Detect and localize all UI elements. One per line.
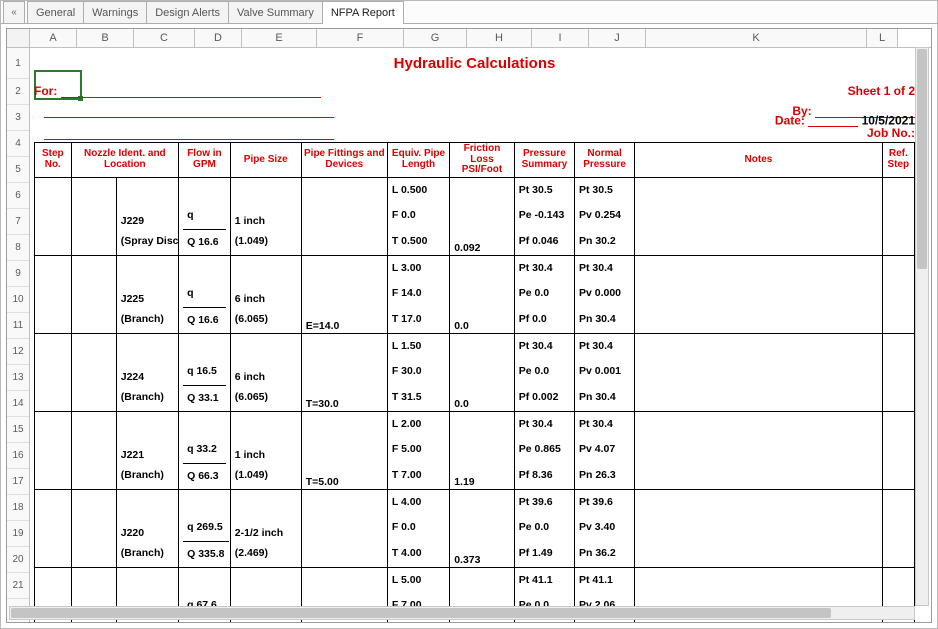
row-header-4[interactable]: 4 (7, 131, 29, 157)
row-header-7[interactable]: 7 (7, 209, 29, 235)
hdr-friction: Friction Loss PSI/Foot (450, 143, 515, 178)
row-header-13[interactable]: 13 (7, 365, 29, 391)
hdr-pnormal: Normal Pressure (574, 143, 634, 178)
row-header-9[interactable]: 9 (7, 261, 29, 287)
col-header-J[interactable]: J (589, 29, 646, 47)
hdr-notes: Notes (635, 143, 882, 178)
report-title: Hydraulic Calculations (34, 52, 915, 78)
horizontal-scrollbar-thumb[interactable] (11, 608, 831, 618)
row-header-12[interactable]: 12 (7, 339, 29, 365)
table-row: J2246 inchT=30.0L 1.500.0Pt 30.4Pt 30.4 (35, 333, 915, 358)
col-header-H[interactable]: H (467, 29, 532, 47)
date-label: Date: (775, 114, 805, 128)
table-row: J2256 inchE=14.0L 3.000.0Pt 30.4Pt 30.4 (35, 255, 915, 280)
column-header-row: ABCDEFGHIJKL (7, 29, 931, 48)
vertical-scrollbar-thumb[interactable] (917, 49, 927, 269)
report-body: Hydraulic Calculations For: Sheet 1 of 2 (34, 52, 915, 622)
table-row: J2202-1/2 inchL 4.000.373Pt 39.6Pt 39.6 (35, 489, 915, 514)
row-header-10[interactable]: 10 (7, 287, 29, 313)
select-all-corner[interactable] (7, 29, 30, 47)
row-header-16[interactable]: 16 (7, 443, 29, 469)
sheet-indicator: Sheet 1 of 2 (848, 84, 915, 98)
date-blank (808, 114, 858, 127)
app-window: « GeneralWarningsDesign AlertsValve Summ… (0, 0, 938, 629)
tab-nfpa-report[interactable]: NFPA Report (322, 1, 404, 23)
row-header-19[interactable]: 19 (7, 521, 29, 547)
table-header-row: Step No. Nozzle Ident. and Location Flow… (35, 143, 915, 178)
for-blank-3 (44, 127, 334, 140)
col-header-D[interactable]: D (195, 29, 242, 47)
row-header-8[interactable]: 8 (7, 235, 29, 261)
hdr-step: Step No. (35, 143, 72, 178)
row-header-11[interactable]: 11 (7, 313, 29, 339)
row-header-2[interactable]: 2 (7, 79, 29, 105)
horizontal-scrollbar[interactable] (9, 606, 915, 620)
col-header-A[interactable]: A (30, 29, 77, 47)
spreadsheet-frame: ABCDEFGHIJKL 123456789101112131415161718… (6, 28, 932, 623)
hydraulic-table: Step No. Nozzle Ident. and Location Flow… (34, 142, 915, 622)
tab-warnings[interactable]: Warnings (83, 1, 147, 23)
row-header-1[interactable]: 1 (7, 48, 29, 79)
col-header-C[interactable]: C (134, 29, 195, 47)
col-header-L[interactable]: L (867, 29, 898, 47)
row-header-5[interactable]: 5 (7, 157, 29, 183)
tab-design-alerts[interactable]: Design Alerts (146, 1, 229, 23)
row-header-17[interactable]: 17 (7, 469, 29, 495)
for-blank (61, 85, 321, 98)
tab-bar: « GeneralWarningsDesign AlertsValve Summ… (1, 1, 937, 24)
hdr-psummary: Pressure Summary (514, 143, 574, 178)
for-blank-2 (44, 105, 334, 118)
col-header-F[interactable]: F (317, 29, 404, 47)
hdr-flow: Flow in GPM (179, 143, 231, 178)
tab-general[interactable]: General (27, 1, 84, 23)
col-header-I[interactable]: I (532, 29, 589, 47)
col-header-E[interactable]: E (242, 29, 317, 47)
table-row: J2103 inchE=7.00L 5.000.182Pt 41.1Pt 41.… (35, 567, 915, 592)
row-header-21[interactable]: 21 (7, 573, 29, 599)
row-header-6[interactable]: 6 (7, 183, 29, 209)
col-header-B[interactable]: B (77, 29, 134, 47)
hdr-fittings: Pipe Fittings and Devices (301, 143, 387, 178)
hdr-length: Equiv. Pipe Length (387, 143, 449, 178)
col-header-G[interactable]: G (404, 29, 467, 47)
hdr-pipe: Pipe Size (230, 143, 301, 178)
hdr-nozzle: Nozzle Ident. and Location (71, 143, 179, 178)
row-header-14[interactable]: 14 (7, 391, 29, 417)
row-header-3[interactable]: 3 (7, 105, 29, 131)
row-header-20[interactable]: 20 (7, 547, 29, 573)
hdr-ref: Ref. Step (882, 143, 914, 178)
col-header-K[interactable]: K (646, 29, 867, 47)
expand-toggle[interactable]: « (3, 1, 25, 23)
jobno-label: Job No.: (867, 126, 915, 140)
viewport: ABCDEFGHIJKL 123456789101112131415161718… (2, 24, 936, 627)
for-label: For: (34, 84, 57, 98)
row-header-column: 1234567891011121314151617181920212223 (7, 48, 30, 622)
row-header-18[interactable]: 18 (7, 495, 29, 521)
vertical-scrollbar[interactable] (915, 47, 929, 606)
table-row: J2291 inchL 0.5000.092Pt 30.5Pt 30.5 (35, 177, 915, 202)
row-header-15[interactable]: 15 (7, 417, 29, 443)
tab-valve-summary[interactable]: Valve Summary (228, 1, 323, 23)
table-row: J2211 inchT=5.00L 2.001.19Pt 30.4Pt 30.4 (35, 411, 915, 436)
